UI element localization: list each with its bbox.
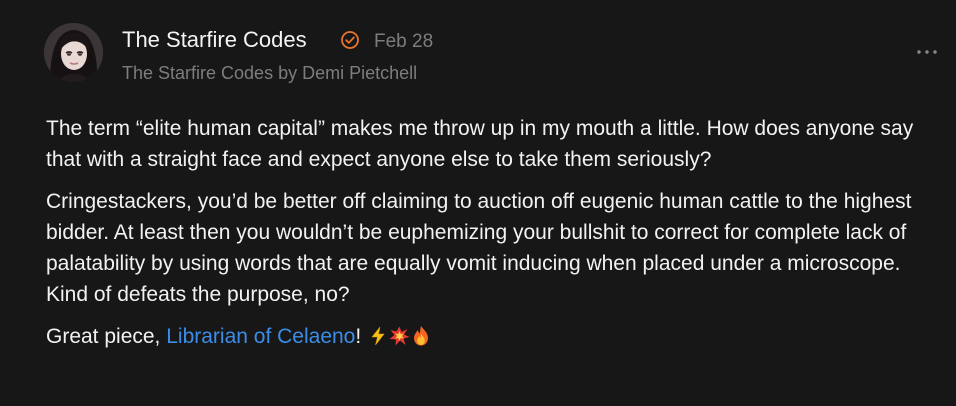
closing-suffix: ! [355, 325, 362, 348]
ellipsis-icon [917, 50, 937, 54]
author-name[interactable]: The Starfire Codes [122, 27, 307, 53]
comment-body: The term “elite human capital” makes me … [46, 113, 946, 366]
more-options-button[interactable] [914, 44, 940, 60]
avatar[interactable] [44, 23, 103, 82]
publication-name[interactable]: The Starfire Codes by Demi Pietchell [122, 63, 417, 84]
comment-paragraph: Cringestackers, you’d be better off clai… [46, 190, 912, 306]
comment-paragraph: The term “elite human capital” makes me … [46, 117, 914, 171]
comment-card: The Starfire Codes Feb 28 The Starfire C… [0, 0, 956, 406]
comment-closing: Great piece, Librarian of Celaeno! [46, 321, 946, 355]
lightning-icon [369, 324, 387, 355]
post-date[interactable]: Feb 28 [374, 31, 433, 53]
collision-icon [389, 324, 410, 355]
fire-icon [412, 324, 430, 355]
verified-check-icon [340, 30, 360, 50]
closing-prefix: Great piece, [46, 325, 167, 348]
mention-link[interactable]: Librarian of Celaeno [166, 325, 355, 348]
